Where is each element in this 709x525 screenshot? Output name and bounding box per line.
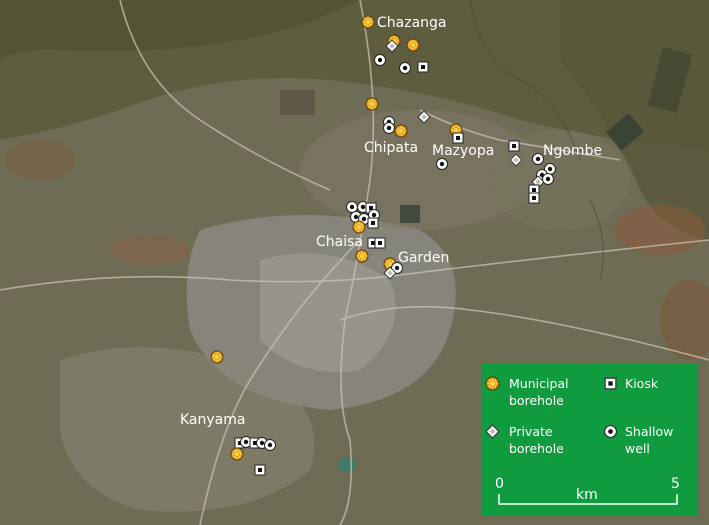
municipal-borehole-legend-icon xyxy=(485,376,500,391)
shallow-well-legend-icon xyxy=(604,425,617,438)
shallow-well-marker[interactable] xyxy=(374,54,386,66)
municipal-borehole-marker[interactable] xyxy=(365,97,379,111)
shallow-well-marker[interactable] xyxy=(399,62,411,74)
kiosk-marker[interactable] xyxy=(508,140,520,152)
shallow-well-marker[interactable] xyxy=(383,122,395,134)
kiosk-marker[interactable] xyxy=(528,192,540,204)
kiosk-marker[interactable] xyxy=(254,464,266,476)
label-chazanga: Chazanga xyxy=(377,15,447,31)
legend-shallow-line2: well xyxy=(625,441,650,456)
legend: Municipal borehole Kiosk Private borehol… xyxy=(481,364,698,516)
legend-municipal-line1: Municipal xyxy=(509,376,569,391)
legend-kiosk: Kiosk xyxy=(625,376,659,391)
kiosk-marker[interactable] xyxy=(452,132,464,144)
kiosk-marker[interactable] xyxy=(367,217,379,229)
kiosk-marker[interactable] xyxy=(417,61,429,73)
legend-private-line1: Private xyxy=(509,424,553,439)
shallow-well-marker[interactable] xyxy=(542,173,554,185)
shallow-well-marker[interactable] xyxy=(264,439,276,451)
municipal-borehole-marker[interactable] xyxy=(355,249,369,263)
label-chipata: Chipata xyxy=(364,140,418,156)
shallow-well-marker[interactable] xyxy=(532,153,544,165)
shallow-well-marker[interactable] xyxy=(346,201,358,213)
kiosk-marker[interactable] xyxy=(374,237,386,249)
municipal-borehole-marker[interactable] xyxy=(361,15,375,29)
legend-municipal-line2: borehole xyxy=(509,393,564,408)
municipal-borehole-marker[interactable] xyxy=(352,220,366,234)
label-chaisa: Chaisa xyxy=(316,234,363,250)
shallow-well-marker[interactable] xyxy=(436,158,448,170)
legend-shallow-line1: Shallow xyxy=(625,424,673,439)
label-ngombe: Ngombe xyxy=(543,143,602,159)
label-mazyopa: Mazyopa xyxy=(432,143,494,159)
municipal-borehole-marker[interactable] xyxy=(394,124,408,138)
legend-private-line2: borehole xyxy=(509,441,564,456)
municipal-borehole-marker[interactable] xyxy=(210,350,224,364)
label-garden: Garden xyxy=(398,250,449,266)
municipal-borehole-marker[interactable] xyxy=(230,447,244,461)
scale-start-label: 0 xyxy=(495,476,504,492)
scale-end-label: 5 xyxy=(671,476,680,492)
scale-unit-label: km xyxy=(576,487,598,503)
label-kanyama: Kanyama xyxy=(180,412,245,428)
municipal-borehole-marker[interactable] xyxy=(406,38,420,52)
satellite-map[interactable]: Chazanga Chipata Mazyopa Ngombe Chaisa G… xyxy=(0,0,709,525)
kiosk-legend-icon xyxy=(604,377,617,390)
